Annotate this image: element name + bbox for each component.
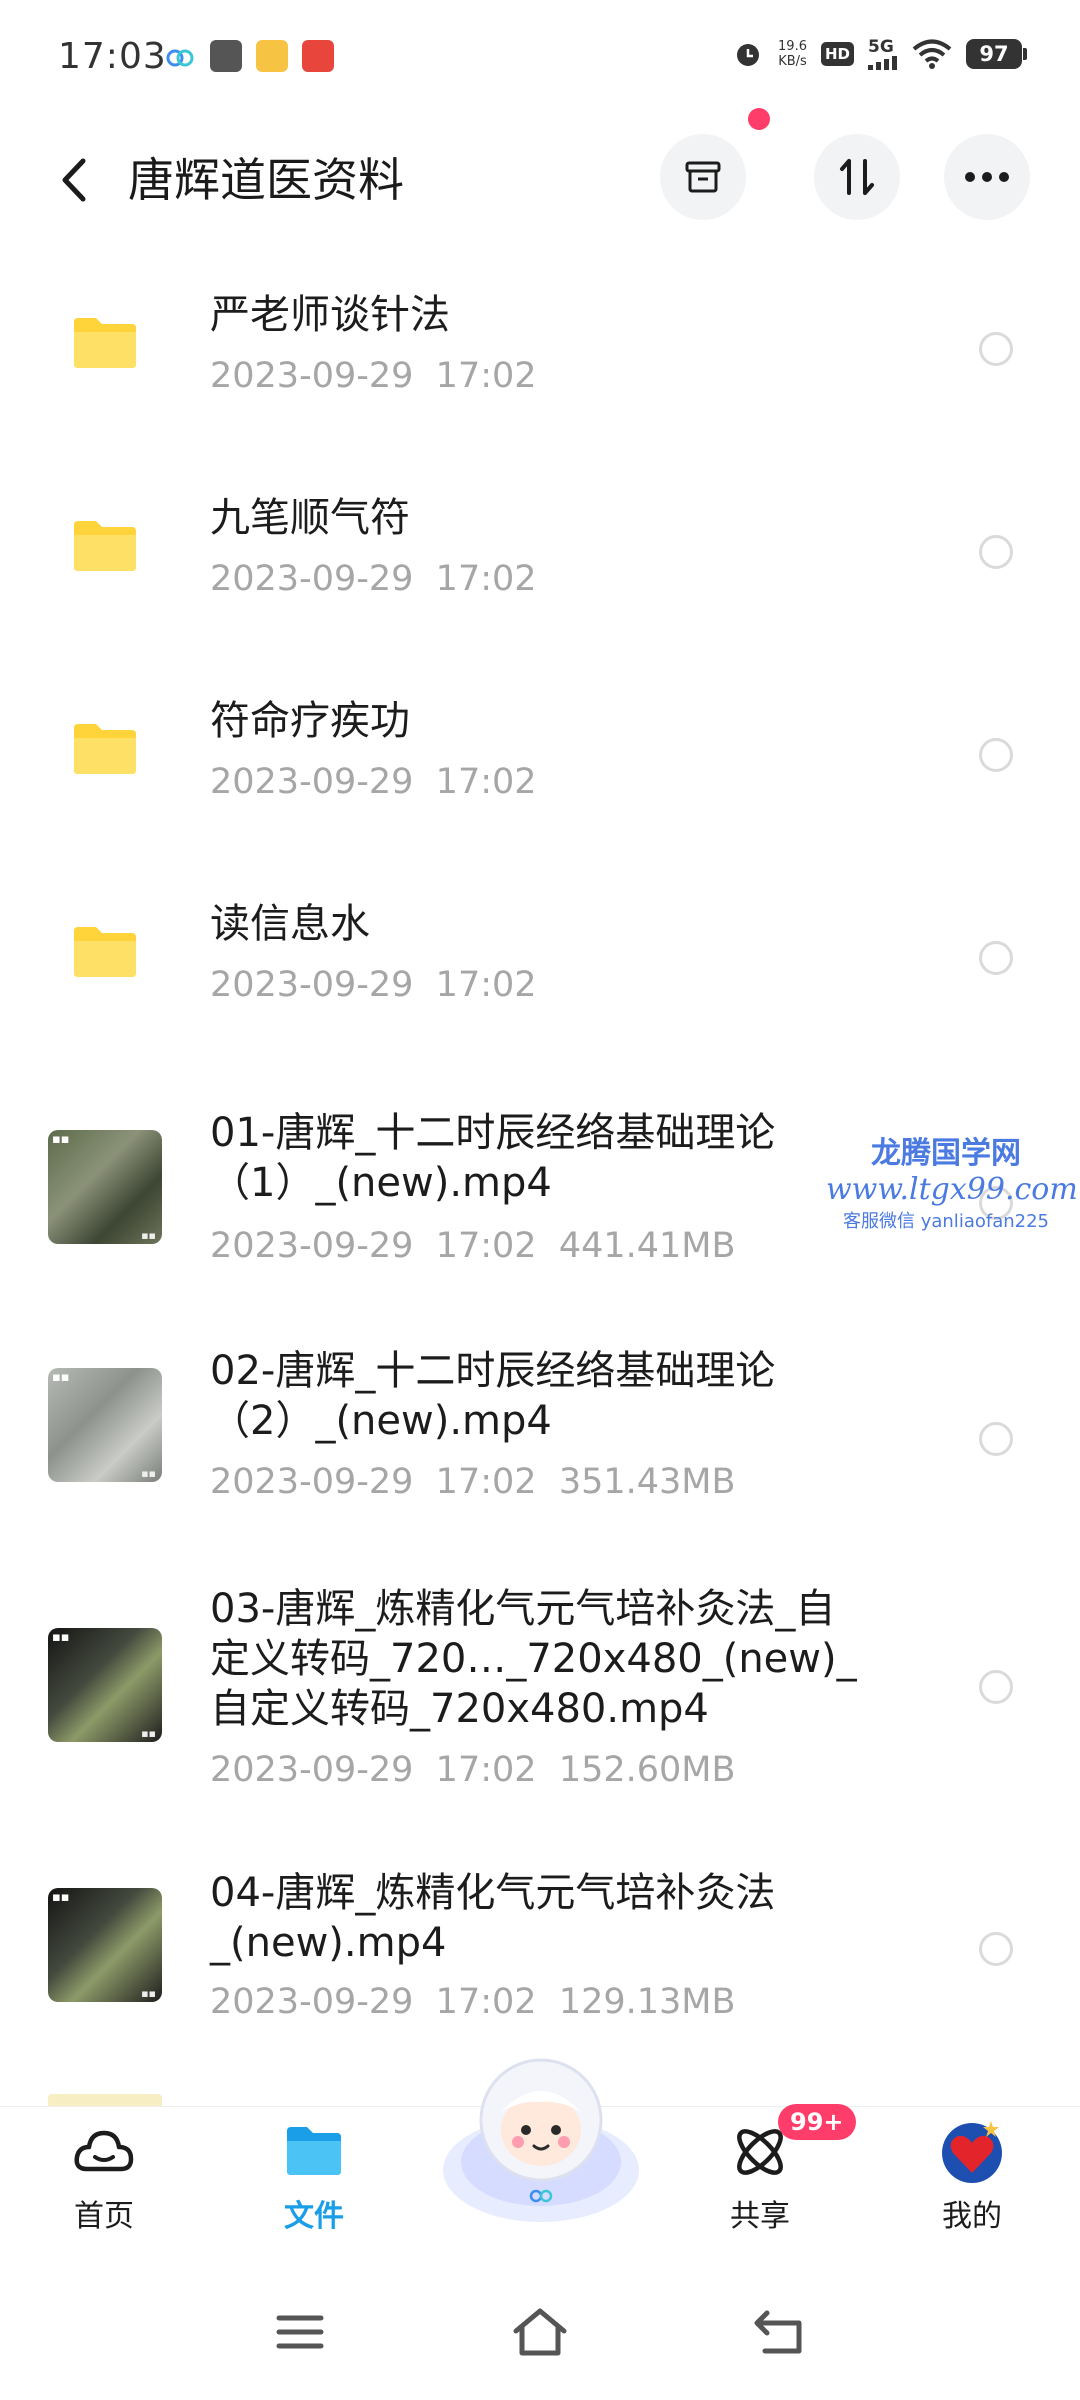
signal-icon bbox=[868, 55, 897, 70]
notification-square-icon bbox=[210, 40, 242, 72]
status-right: 19.6 KB/s HD 5G 97 bbox=[732, 36, 1027, 70]
folder-icon bbox=[74, 521, 136, 571]
nav-label: 共享 bbox=[730, 2199, 790, 2234]
list-item[interactable]: 九笔顺气符 2023-09-29 17:02 bbox=[0, 453, 1080, 653]
header: 唐辉道医资料 bbox=[0, 108, 1080, 240]
file-name: 02-唐辉_十二时辰经络基础理论 （2）_(new).mp4 bbox=[210, 1348, 776, 1444]
hd-badge: HD bbox=[820, 42, 854, 66]
file-meta: 2023-09-29 17:02 441.41MB bbox=[210, 1226, 736, 1266]
folder-icon bbox=[74, 724, 136, 774]
select-radio[interactable] bbox=[979, 1932, 1013, 1966]
wifi-icon bbox=[912, 39, 952, 69]
avatar-heart-icon bbox=[942, 2121, 1002, 2183]
more-icon bbox=[965, 172, 1009, 182]
notification-dot bbox=[748, 108, 770, 130]
select-radio[interactable] bbox=[979, 941, 1013, 975]
battery-indicator: 97 bbox=[966, 39, 1027, 69]
file-name: 04-唐辉_炼精化气元气培补灸法 _(new).mp4 bbox=[210, 1870, 776, 1966]
back-nav-button[interactable] bbox=[750, 2302, 810, 2362]
system-nav-bar bbox=[0, 2258, 1080, 2400]
select-radio[interactable] bbox=[979, 332, 1013, 366]
return-icon bbox=[754, 2310, 802, 2354]
file-name: 严老师谈针法 bbox=[210, 292, 450, 338]
list-item[interactable]: ▪▪ ▪▪ 04-唐辉_炼精化气元气培补灸法 _(new).mp4 2023-09-… bbox=[0, 1860, 1080, 2080]
file-name: 03-唐辉_炼精化气元气培补灸法_自 定义转码_720…_720x480_(new… bbox=[210, 1586, 857, 1732]
chevron-left-icon bbox=[62, 158, 86, 202]
cloud-app-icon bbox=[166, 49, 194, 67]
video-thumbnail: ▪▪ ▪▪ bbox=[48, 1130, 162, 1244]
select-radio[interactable] bbox=[979, 1670, 1013, 1704]
file-meta: 2023-09-29 17:02 bbox=[210, 356, 537, 396]
select-radio[interactable] bbox=[979, 535, 1013, 569]
net-speed: 19.6 KB/s bbox=[778, 39, 807, 69]
list-item[interactable]: 符命疗疾功 2023-09-29 17:02 bbox=[0, 656, 1080, 856]
file-name: 符命疗疾功 bbox=[210, 698, 410, 744]
file-meta: 2023-09-29 17:02 bbox=[210, 965, 537, 1005]
file-meta: 2023-09-29 17:02 bbox=[210, 559, 537, 599]
menu-icon bbox=[276, 2315, 324, 2349]
mascot-assistant-button[interactable] bbox=[436, 2050, 646, 2230]
archive-icon bbox=[685, 161, 721, 193]
nav-files[interactable]: 文件 bbox=[244, 2117, 384, 2235]
sort-icon bbox=[840, 159, 874, 195]
file-meta: 2023-09-29 17:02 152.60MB bbox=[210, 1750, 736, 1790]
list-item[interactable]: 严老师谈针法 2023-09-29 17:02 bbox=[0, 250, 1080, 450]
network-type: 5G bbox=[868, 36, 894, 57]
status-app-icons bbox=[164, 40, 334, 72]
nav-home[interactable]: 首页 bbox=[34, 2117, 174, 2235]
more-button[interactable] bbox=[944, 134, 1030, 220]
page-title: 唐辉道医资料 bbox=[128, 153, 404, 207]
folder-icon bbox=[74, 318, 136, 368]
nav-label: 文件 bbox=[284, 2199, 344, 2234]
cloud-home-icon bbox=[74, 2130, 134, 2172]
list-item[interactable]: ▪▪ ▪▪ 02-唐辉_十二时辰经络基础理论 （2）_(new).mp4 2023-… bbox=[0, 1340, 1080, 1560]
file-meta: 2023-09-29 17:02 351.43MB bbox=[210, 1462, 736, 1502]
home-icon bbox=[513, 2308, 567, 2356]
video-thumbnail: ▪▪ ▪▪ bbox=[48, 1888, 162, 2002]
archive-button[interactable] bbox=[660, 134, 746, 220]
next-row-peek bbox=[48, 2094, 162, 2106]
list-item[interactable]: ▪▪ ▪▪ 03-唐辉_炼精化气元气培补灸法_自 定义转码_720…_720x480… bbox=[0, 1580, 1080, 1830]
folder-icon bbox=[287, 2127, 341, 2175]
select-radio[interactable] bbox=[979, 1422, 1013, 1456]
nav-label: 我的 bbox=[942, 2199, 1002, 2234]
nav-label: 首页 bbox=[74, 2199, 134, 2234]
app-red-icon bbox=[302, 40, 334, 72]
weibo-icon bbox=[256, 40, 288, 72]
status-time: 17:03 bbox=[58, 36, 167, 77]
file-meta: 2023-09-29 17:02 bbox=[210, 762, 537, 802]
folder-icon bbox=[74, 927, 136, 977]
nav-mine[interactable]: 我的 bbox=[902, 2117, 1042, 2235]
video-thumbnail: ▪▪ ▪▪ bbox=[48, 1368, 162, 1482]
share-badge: 99+ bbox=[778, 2104, 856, 2140]
status-bar: 17:03 19.6 KB/s HD 5G 97 bbox=[0, 0, 1080, 120]
signal-group: 5G bbox=[868, 36, 898, 70]
select-radio[interactable] bbox=[979, 738, 1013, 772]
file-name: 读信息水 bbox=[210, 901, 370, 947]
recent-apps-button[interactable] bbox=[270, 2302, 330, 2362]
watermark: 龙腾国学网 www.ltgx99.com 客服微信 yanliaofan225 bbox=[826, 1136, 1078, 1232]
video-thumbnail: ▪▪ ▪▪ bbox=[48, 1628, 162, 1742]
back-button[interactable] bbox=[48, 150, 100, 210]
sort-button[interactable] bbox=[814, 134, 900, 220]
alarm-icon bbox=[737, 44, 760, 66]
list-item[interactable]: 读信息水 2023-09-29 17:02 bbox=[0, 859, 1080, 1059]
file-meta: 2023-09-29 17:02 129.13MB bbox=[210, 1982, 736, 2022]
file-name: 九笔顺气符 bbox=[210, 495, 410, 541]
home-button[interactable] bbox=[510, 2302, 570, 2362]
file-name: 01-唐辉_十二时辰经络基础理论 （1）_(new).mp4 bbox=[210, 1110, 776, 1206]
